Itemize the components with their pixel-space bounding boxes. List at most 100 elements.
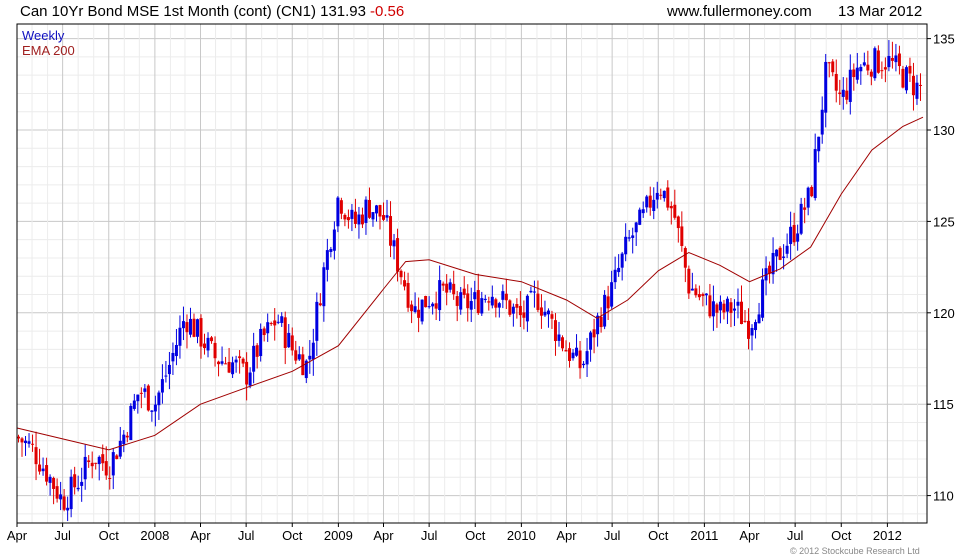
- candle-body: [259, 328, 263, 357]
- candle-body: [834, 73, 838, 91]
- x-tick-label: Jul: [54, 528, 71, 543]
- candle-body: [680, 226, 684, 247]
- x-tick-label: Oct: [648, 528, 669, 543]
- candle-body: [796, 233, 800, 242]
- candle-body: [775, 249, 779, 257]
- candle-body: [167, 364, 171, 375]
- candle-body: [459, 292, 463, 310]
- candle-body: [452, 283, 456, 295]
- candle-body: [866, 64, 870, 71]
- candle-body: [838, 92, 842, 95]
- candle-body: [592, 329, 596, 338]
- candle-body: [655, 192, 659, 200]
- candle-body: [887, 55, 891, 68]
- candle-body: [178, 327, 182, 346]
- x-tick-label: Oct: [831, 528, 852, 543]
- candle-body: [817, 136, 821, 152]
- candle-body: [560, 337, 564, 349]
- candle-body: [901, 68, 905, 88]
- ema-200-line: [16, 116, 924, 451]
- candle-body: [915, 82, 919, 99]
- candle-body: [83, 456, 87, 480]
- candle-body: [41, 468, 45, 472]
- candle-body: [80, 481, 84, 486]
- candle-body: [736, 301, 740, 306]
- candle-body: [532, 291, 536, 293]
- candle-body: [855, 67, 859, 80]
- candle-body: [367, 199, 371, 218]
- candle-body: [883, 67, 887, 70]
- candle-body: [862, 62, 866, 66]
- candle-body: [389, 216, 393, 246]
- candle-body: [852, 69, 856, 78]
- candle-body: [687, 268, 691, 294]
- candle-body: [434, 303, 438, 309]
- candle-body: [469, 301, 473, 310]
- x-tick-label: Jul: [787, 528, 804, 543]
- candle-body: [525, 295, 529, 322]
- candle-body: [494, 299, 498, 308]
- candle-body: [845, 90, 849, 100]
- candle-body: [841, 89, 845, 97]
- x-tick-label: 2008: [140, 528, 169, 543]
- candle-body: [711, 301, 715, 317]
- candle-body: [192, 318, 196, 337]
- candle-body: [346, 217, 350, 221]
- candle-body: [904, 67, 908, 91]
- candle-body: [248, 372, 252, 386]
- candle-body: [578, 350, 582, 369]
- candle-body: [890, 57, 894, 61]
- candle-body: [185, 322, 189, 333]
- candle-body: [522, 312, 526, 318]
- candle-body: [729, 302, 733, 313]
- candle-body: [206, 337, 210, 351]
- candle-body: [571, 352, 575, 359]
- candle-body: [445, 283, 449, 293]
- candle-body: [427, 306, 431, 308]
- legend-ema: EMA 200: [22, 43, 75, 58]
- y-tick-label: 120: [933, 306, 955, 321]
- candle-body: [353, 211, 357, 224]
- candle-body: [245, 361, 249, 385]
- candle-body: [115, 455, 119, 460]
- candle-body: [624, 236, 628, 255]
- x-tick-label: Oct: [99, 528, 120, 543]
- candle-body: [357, 214, 361, 225]
- x-tick-label: Apr: [739, 528, 760, 543]
- candle-body: [66, 507, 70, 511]
- candle-body: [813, 149, 817, 199]
- candle-body: [195, 319, 199, 337]
- candle-body: [343, 214, 347, 220]
- candle-body: [585, 351, 589, 365]
- candle-body: [146, 385, 150, 411]
- candle-body: [722, 303, 726, 313]
- ema-line: [16, 116, 924, 451]
- candle-body: [90, 462, 94, 467]
- y-tick-label: 110: [933, 489, 954, 504]
- candle-body: [732, 308, 736, 311]
- candle-body: [339, 200, 343, 214]
- candle-body: [480, 298, 484, 314]
- candle-body: [227, 361, 231, 373]
- candle-body: [908, 65, 912, 74]
- candle-body: [750, 328, 754, 336]
- candle-body: [220, 361, 224, 364]
- candle-body: [455, 296, 459, 306]
- candle-body: [557, 334, 561, 341]
- candle-body: [97, 456, 101, 465]
- candle-body: [754, 322, 758, 331]
- candle-body: [374, 205, 378, 214]
- candle-body: [231, 362, 235, 375]
- candle-body: [210, 337, 214, 342]
- candle-body: [501, 291, 505, 300]
- candle-body: [136, 394, 140, 402]
- candle-body: [543, 311, 547, 316]
- candle-body: [322, 267, 326, 307]
- candle-body: [490, 296, 494, 306]
- candle-body: [311, 342, 315, 360]
- candle-body: [627, 237, 631, 239]
- candle-body: [318, 303, 322, 306]
- candle-body: [287, 332, 291, 348]
- candle-body: [255, 345, 259, 357]
- candle-body: [157, 392, 161, 406]
